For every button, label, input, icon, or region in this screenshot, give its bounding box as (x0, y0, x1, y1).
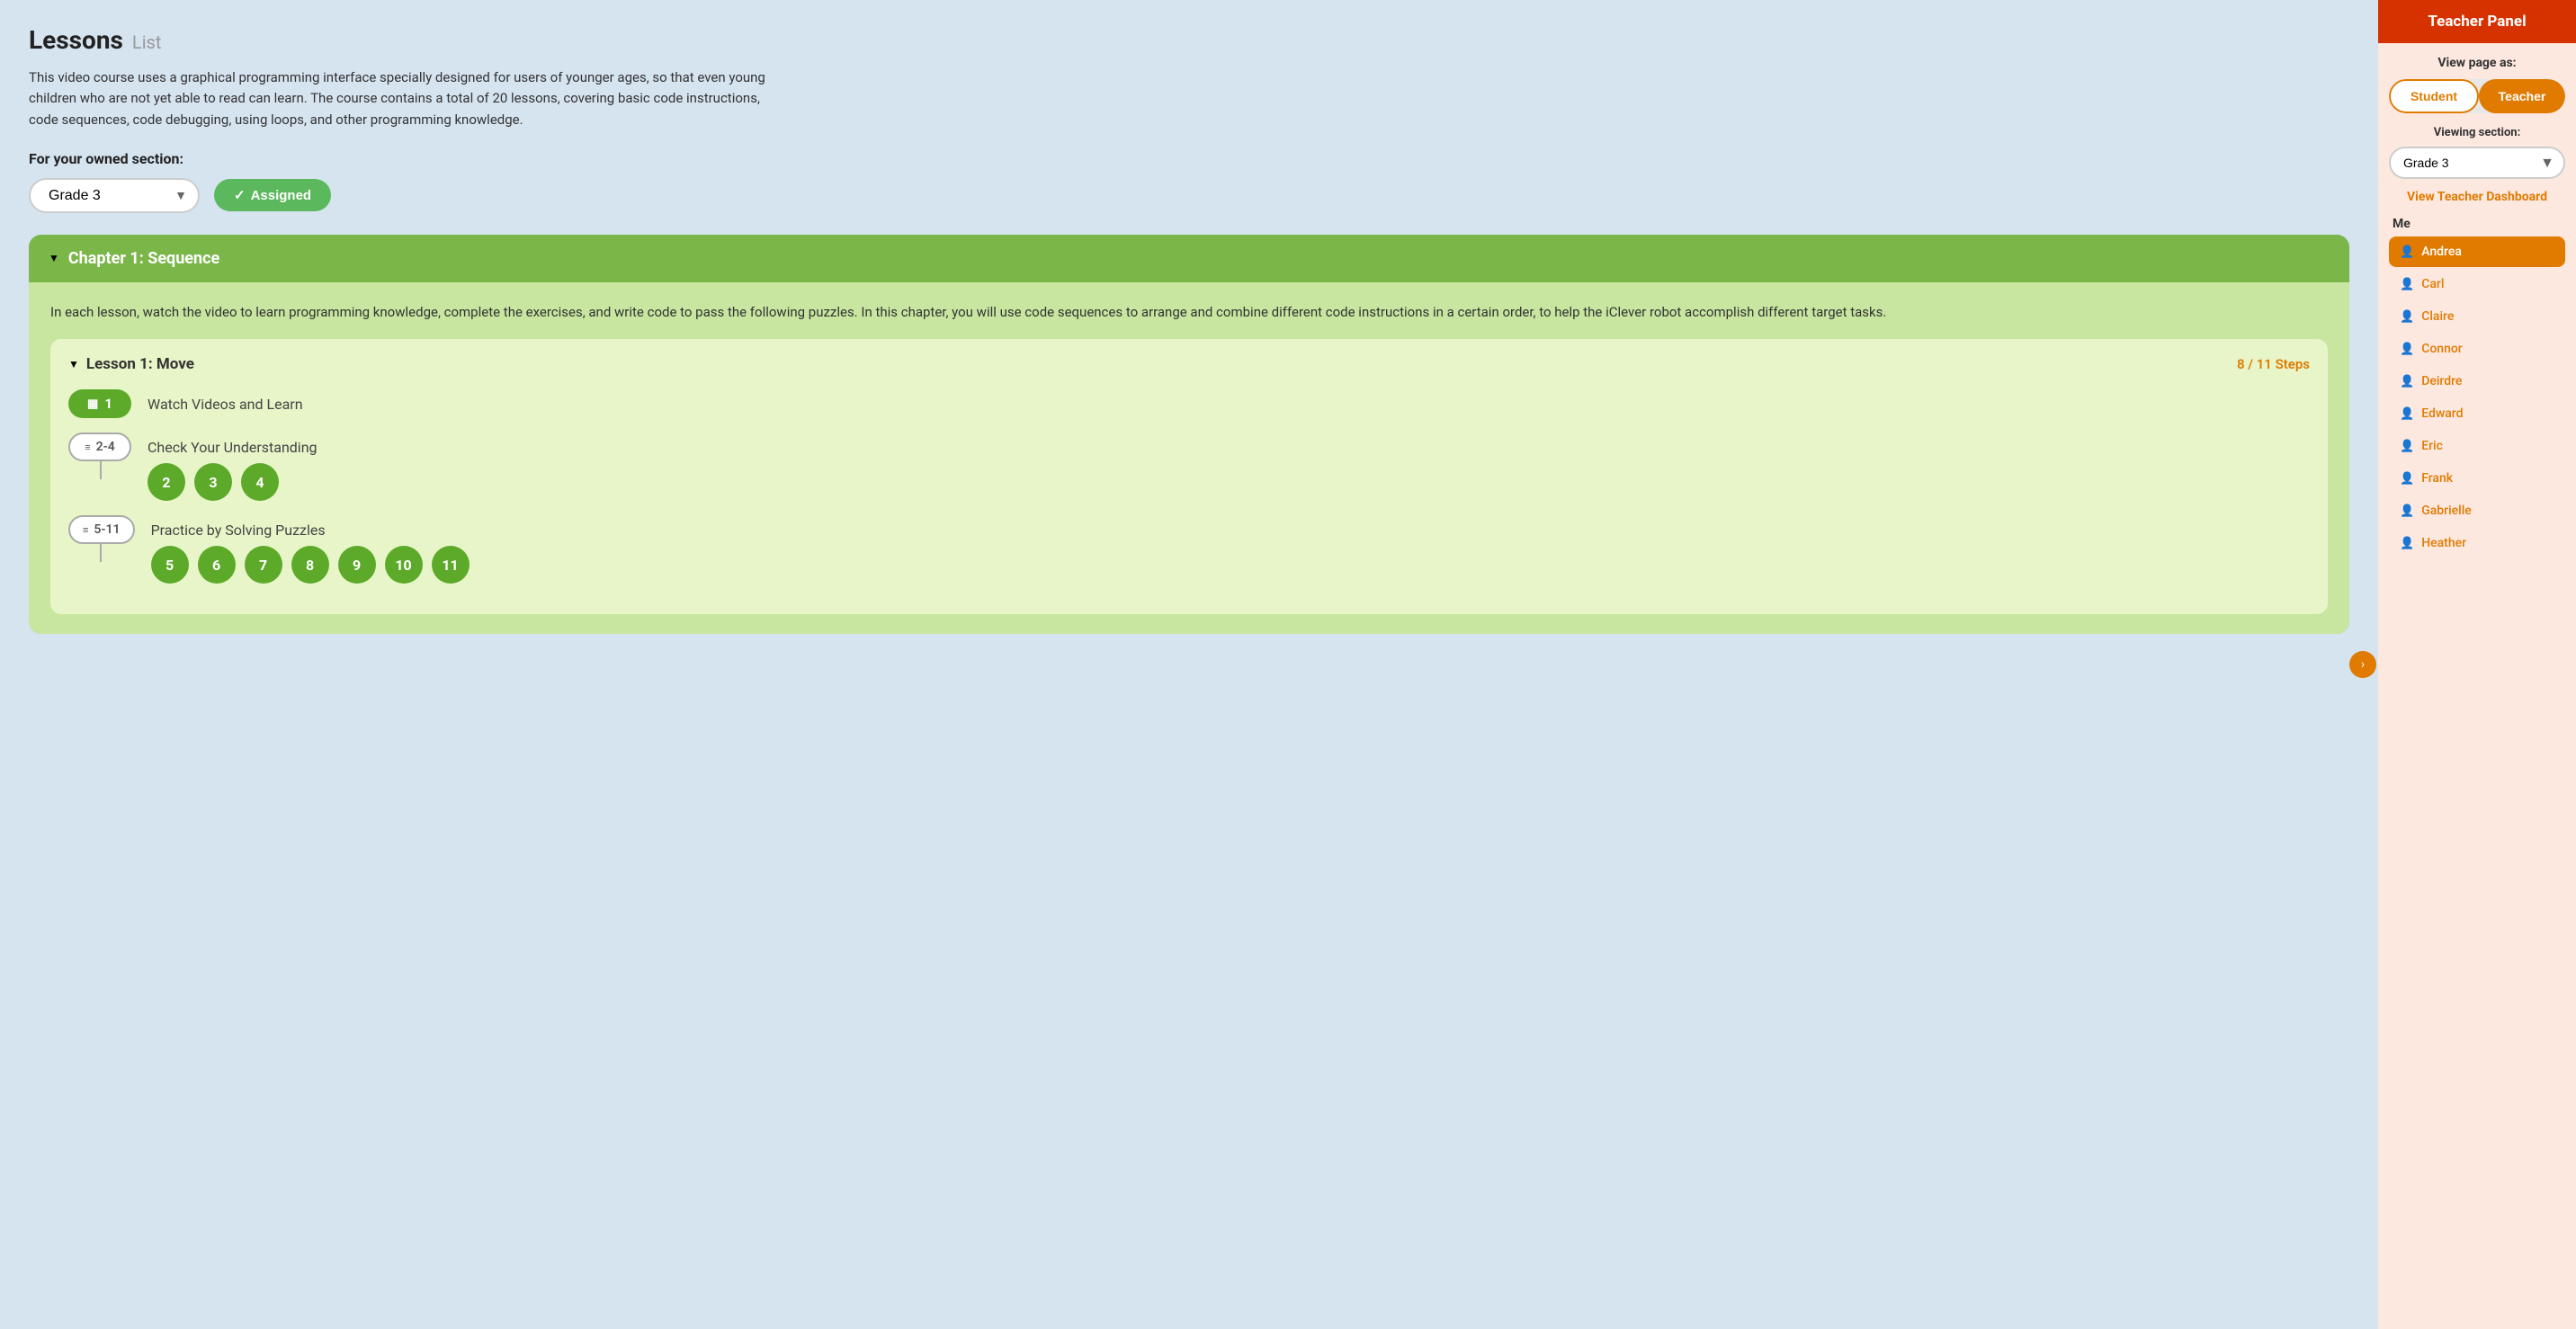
student-item-claire[interactable]: 👤 Claire (2389, 301, 2565, 332)
assigned-button[interactable]: ✓ Assigned (214, 179, 331, 211)
chapter-title: Chapter 1: Sequence (68, 249, 219, 268)
step-row-3: ≡ 5-11 Practice by Solving Puzzles 5 6 7… (68, 515, 2310, 584)
btn-teacher[interactable]: Teacher (2479, 79, 2565, 113)
student-item-andrea[interactable]: 👤 Andrea (2389, 236, 2565, 267)
divider-2 (100, 461, 102, 479)
step-badge-3[interactable]: ≡ 5-11 (68, 515, 135, 544)
teacher-panel: Teacher Panel View page as: Student Teac… (2378, 0, 2576, 1329)
list-icon-2: ≡ (85, 442, 90, 453)
step-label-1: Watch Videos and Learn (148, 389, 303, 413)
step2-col: ≡ 2-4 (68, 433, 131, 479)
grade-select[interactable]: Grade 3 Grade 4 Grade 5 (29, 178, 200, 213)
page-title: Lessons (29, 25, 123, 55)
main-content: Lessons List This video course uses a gr… (0, 0, 2378, 1329)
panel-toggle-arrow[interactable]: › (2349, 651, 2376, 678)
student-icon: 👤 (2400, 504, 2414, 518)
student-name: Connor (2421, 342, 2463, 356)
student-icon: 👤 (2400, 537, 2414, 550)
btn-student[interactable]: Student (2389, 79, 2479, 113)
lesson-steps: 8 / 11 Steps (2237, 356, 2310, 372)
page-subtitle: List (132, 31, 162, 53)
step-num-11[interactable]: 11 (432, 546, 470, 584)
step-row-1: ▦ 1 Watch Videos and Learn (68, 389, 2310, 418)
divider-3 (100, 544, 102, 562)
lesson-title-row: ▼ Lesson 1: Move (68, 355, 194, 373)
list-icon-3: ≡ (83, 524, 88, 536)
student-name: Heather (2421, 536, 2466, 550)
step-num-4[interactable]: 4 (241, 463, 279, 501)
student-name: Frank (2421, 471, 2453, 486)
student-name: Deirdre (2421, 374, 2462, 388)
student-icon: 👤 (2400, 343, 2414, 356)
student-item-frank[interactable]: 👤 Frank (2389, 463, 2565, 494)
chapter-header[interactable]: ▼ Chapter 1: Sequence (29, 235, 2349, 282)
student-item-carl[interactable]: 👤 Carl (2389, 269, 2565, 299)
step-num-9[interactable]: 9 (338, 546, 376, 584)
student-name: Edward (2421, 406, 2463, 421)
lesson-header: ▼ Lesson 1: Move 8 / 11 Steps (68, 355, 2310, 373)
student-name: Andrea (2421, 245, 2462, 259)
student-item-eric[interactable]: 👤 Eric (2389, 431, 2565, 461)
grade-row: Grade 3 Grade 4 Grade 5 ▼ ✓ Assigned (29, 178, 2349, 213)
student-item-heather[interactable]: 👤 Heather (2389, 528, 2565, 558)
lesson-title: Lesson 1: Move (86, 355, 194, 373)
step-num-2[interactable]: 2 (148, 463, 185, 501)
student-name: Carl (2421, 277, 2444, 291)
view-dashboard-link[interactable]: View Teacher Dashboard (2389, 190, 2565, 204)
step-badge-2[interactable]: ≡ 2-4 (68, 433, 131, 461)
step3-content: Practice by Solving Puzzles 5 6 7 8 9 10… (151, 515, 470, 584)
view-as-label: View page as: (2389, 56, 2565, 70)
chapter-body: In each lesson, watch the video to learn… (29, 282, 2349, 634)
step3-col: ≡ 5-11 (68, 515, 135, 562)
me-label: Me (2389, 217, 2565, 231)
viewing-select-wrapper: Grade 3 Grade 4 Grade 5 ▼ (2389, 147, 2565, 179)
student-name: Gabrielle (2421, 504, 2472, 518)
film-icon: ▦ (87, 397, 98, 411)
chapter-card: ▼ Chapter 1: Sequence In each lesson, wa… (29, 235, 2349, 634)
checkmark-icon: ✓ (234, 187, 246, 203)
step-label-2: Check Your Understanding (148, 433, 318, 456)
student-item-gabrielle[interactable]: 👤 Gabrielle (2389, 495, 2565, 526)
student-name: Claire (2421, 309, 2454, 324)
student-name: Eric (2421, 439, 2443, 453)
step2-content: Check Your Understanding 2 3 4 (148, 433, 318, 501)
student-icon: 👤 (2400, 375, 2414, 388)
collapse-icon: ▼ (49, 252, 59, 264)
step-num-10[interactable]: 10 (385, 546, 423, 584)
step2-numbers: 2 3 4 (148, 463, 318, 501)
step-num-8[interactable]: 8 (291, 546, 329, 584)
student-icon: 👤 (2400, 440, 2414, 453)
viewing-select[interactable]: Grade 3 Grade 4 Grade 5 (2389, 147, 2565, 179)
step3-numbers: 5 6 7 8 9 10 11 (151, 546, 470, 584)
chapter-description: In each lesson, watch the video to learn… (50, 302, 2328, 323)
viewing-label: Viewing section: (2389, 126, 2565, 139)
step-label-3: Practice by Solving Puzzles (151, 515, 470, 539)
teacher-panel-body: View page as: Student Teacher Viewing se… (2378, 43, 2576, 1329)
step-num-5[interactable]: 5 (151, 546, 189, 584)
step-badge-1[interactable]: ▦ 1 (68, 389, 131, 418)
step-num-6[interactable]: 6 (198, 546, 236, 584)
student-list: 👤 Andrea 👤 Carl 👤 Claire 👤 Connor 👤 Deirdre 👤 Edwar… (2389, 236, 2565, 558)
page-description: This video course uses a graphical progr… (29, 67, 766, 130)
student-icon: 👤 (2400, 278, 2414, 291)
student-item-connor[interactable]: 👤 Connor (2389, 334, 2565, 364)
lesson-card: ▼ Lesson 1: Move 8 / 11 Steps ▦ 1 Watch … (50, 339, 2328, 614)
student-item-deirdre[interactable]: 👤 Deirdre (2389, 366, 2565, 397)
step-num-3[interactable]: 3 (194, 463, 232, 501)
teacher-panel-header: Teacher Panel (2378, 0, 2576, 43)
view-toggle: Student Teacher (2389, 79, 2565, 113)
student-icon: 👤 (2400, 407, 2414, 421)
student-icon: 👤 (2400, 310, 2414, 324)
step-row-2: ≡ 2-4 Check Your Understanding 2 3 4 (68, 433, 2310, 501)
student-icon: 👤 (2400, 472, 2414, 486)
step-num-7[interactable]: 7 (245, 546, 282, 584)
section-label: For your owned section: (29, 150, 2349, 167)
grade-select-wrapper: Grade 3 Grade 4 Grade 5 ▼ (29, 178, 200, 213)
student-item-edward[interactable]: 👤 Edward (2389, 398, 2565, 429)
page-header: Lessons List (29, 25, 2349, 55)
student-icon: 👤 (2400, 245, 2414, 259)
lesson-collapse-icon: ▼ (68, 358, 79, 370)
